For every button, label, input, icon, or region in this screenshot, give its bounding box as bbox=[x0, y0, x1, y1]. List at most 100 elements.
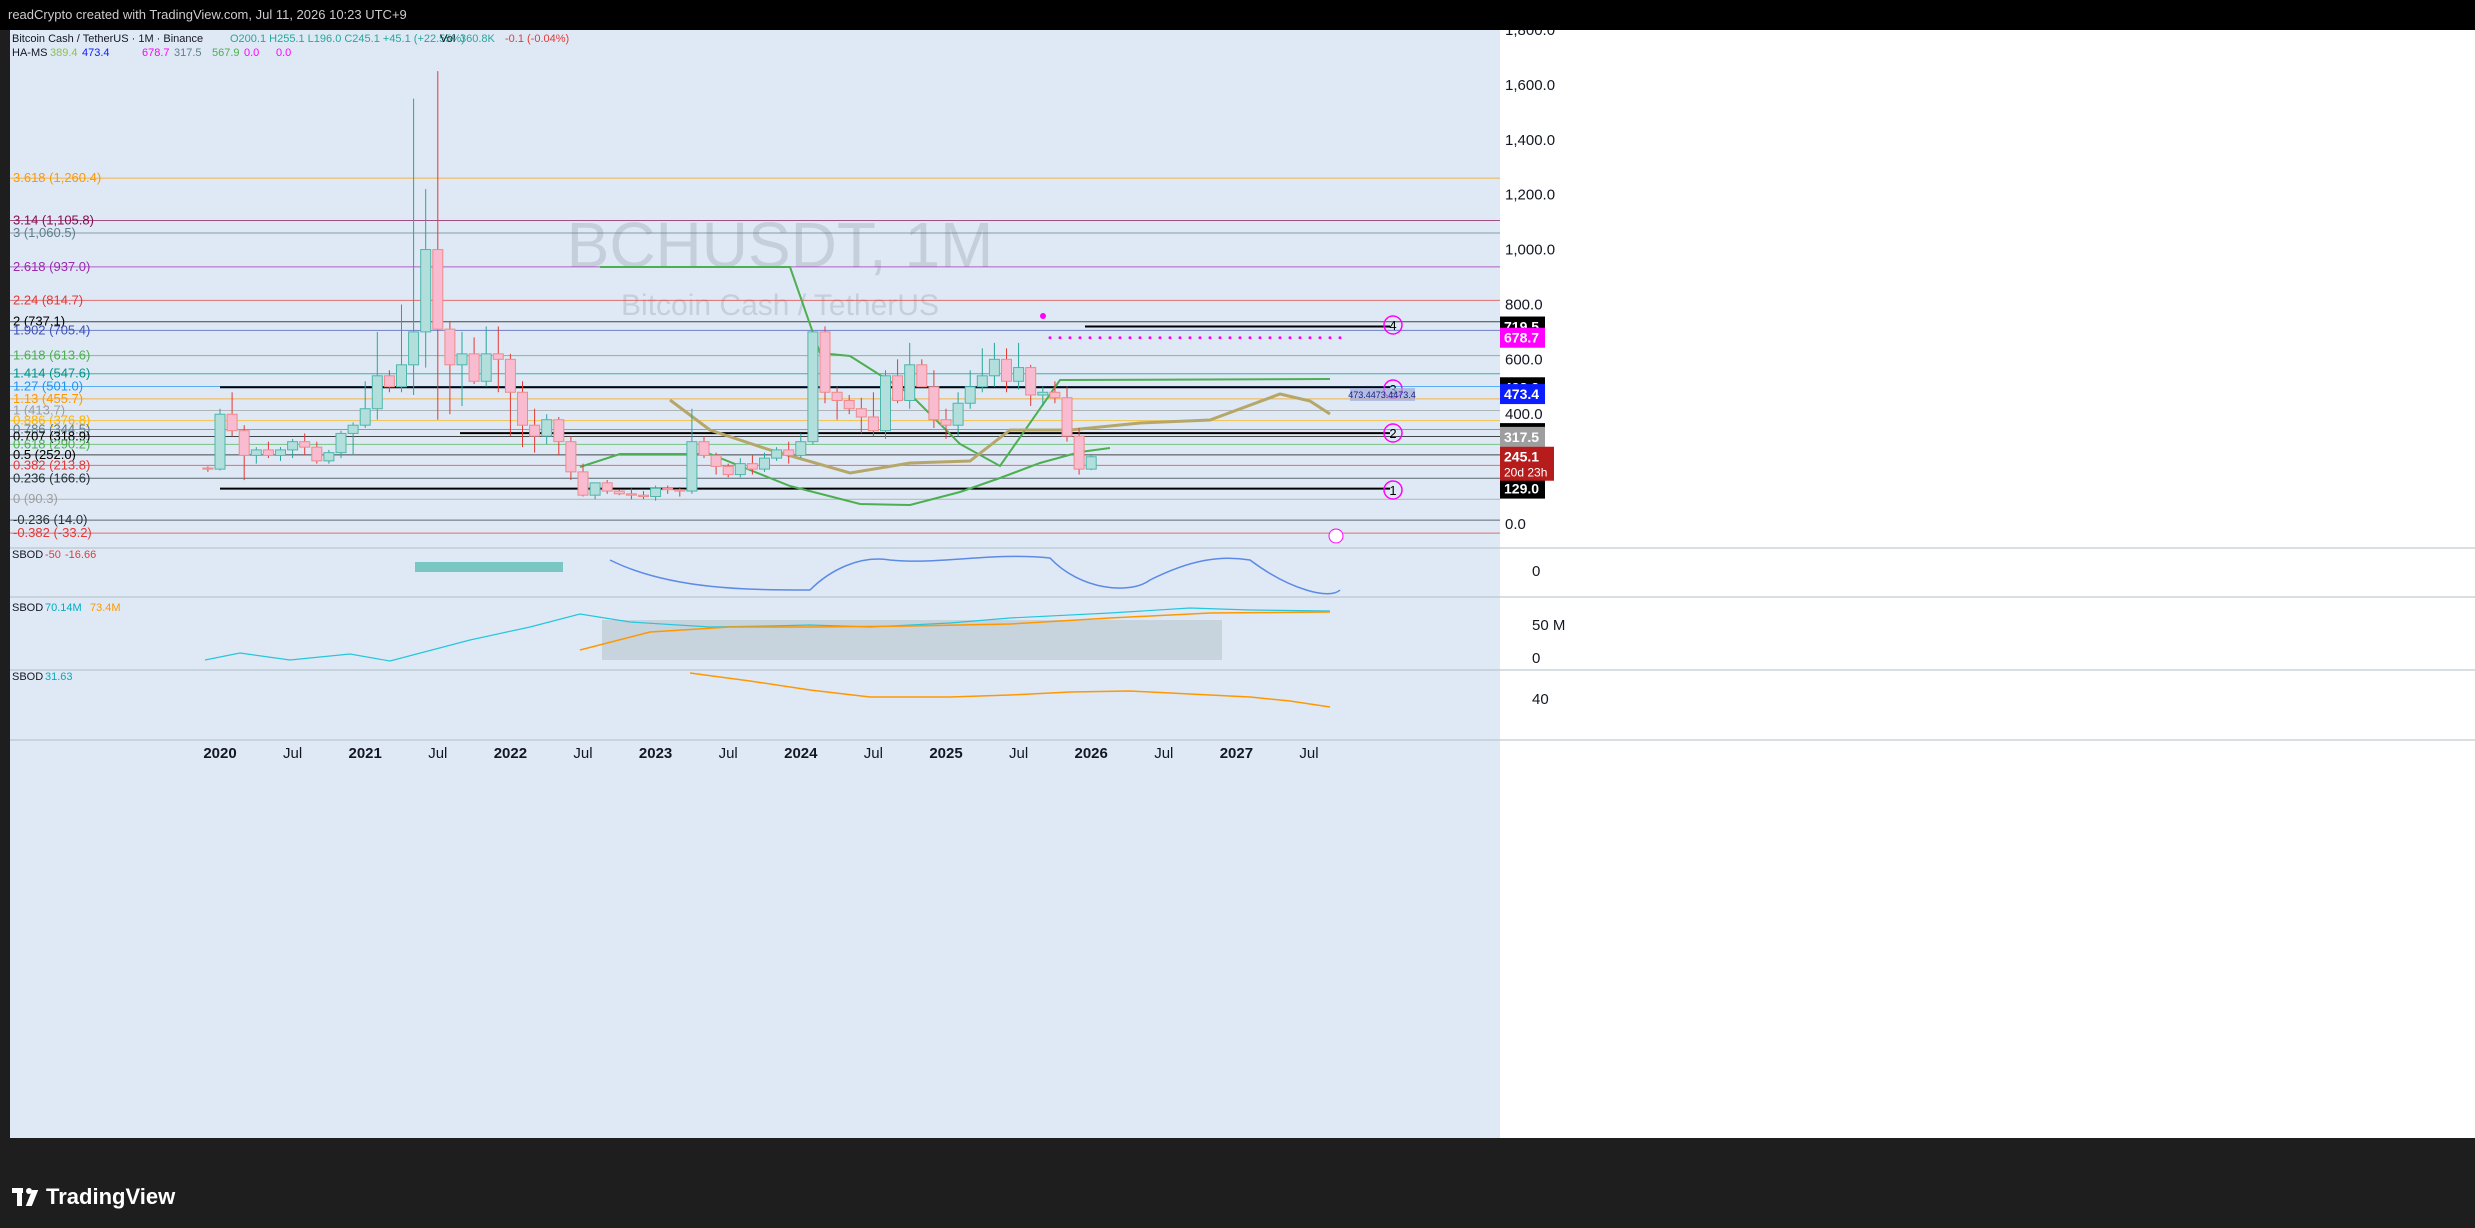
hams-dot bbox=[1218, 336, 1222, 340]
legend-hams-value: 0.0 bbox=[244, 47, 259, 59]
candle-body bbox=[1001, 358, 1012, 382]
watermark-ticker: BCHUSDT, 1M bbox=[567, 209, 994, 281]
price-tick: 1,000.0 bbox=[1505, 242, 1555, 259]
time-tick: 2024 bbox=[784, 745, 818, 762]
chart-area[interactable]: BCHUSDT, 1M Bitcoin Cash / TetherUS 3.618 … bbox=[10, 30, 2475, 1168]
hams-dot bbox=[1188, 336, 1192, 340]
candle-body bbox=[1037, 391, 1049, 396]
watermark-name: Bitcoin Cash / TetherUS bbox=[621, 289, 939, 322]
sbod3-name: SBOD bbox=[12, 671, 43, 683]
wave-label: 1 bbox=[1389, 483, 1396, 498]
last-price-label: 245.1 bbox=[1504, 449, 1539, 465]
candle-body bbox=[650, 487, 662, 498]
candle-body bbox=[323, 452, 335, 462]
hams-dot bbox=[1098, 336, 1102, 340]
time-tick: Jul bbox=[864, 745, 883, 762]
fib-label: 2.618 (937.0) bbox=[13, 259, 90, 274]
candle-body bbox=[226, 413, 238, 432]
candle-body bbox=[214, 413, 226, 470]
legend-ohlc: O200.1 H255.1 L196.0 C245.1 +45.1 (+22.5… bbox=[230, 33, 465, 45]
lightning-icon[interactable] bbox=[1328, 528, 1344, 544]
legend-hams-value: 473.4 bbox=[82, 47, 110, 59]
candle-body bbox=[601, 482, 613, 492]
hams-dot bbox=[1298, 336, 1302, 340]
sbod1-axis-zero: 0 bbox=[1532, 563, 1540, 580]
hams-dot bbox=[1148, 336, 1152, 340]
price-tick: 1,600.0 bbox=[1505, 77, 1555, 94]
candle-body bbox=[1073, 435, 1085, 470]
candle-body bbox=[492, 353, 504, 360]
price-tick: 1,800.0 bbox=[1505, 30, 1555, 39]
time-tick: Jul bbox=[1009, 745, 1028, 762]
hams-dot bbox=[1258, 336, 1262, 340]
candle-body bbox=[589, 482, 601, 496]
price-tick: 600.0 bbox=[1505, 351, 1543, 368]
time-tick: 2023 bbox=[639, 745, 672, 762]
axis-bg bbox=[1500, 30, 2475, 1138]
time-tick: Jul bbox=[428, 745, 447, 762]
hams-dot bbox=[1138, 336, 1142, 340]
hams-dot bbox=[1108, 336, 1112, 340]
candle-body bbox=[1085, 456, 1097, 470]
candle-body bbox=[541, 419, 553, 437]
candle-body bbox=[202, 467, 214, 470]
legend-hams-value: 567.9 bbox=[212, 47, 240, 59]
candle-body bbox=[311, 446, 323, 462]
candle-body bbox=[771, 449, 783, 459]
legend-hams-value: 389.4 bbox=[50, 47, 78, 59]
hams-dot bbox=[1040, 313, 1046, 319]
sbod1-value1: -50 bbox=[45, 549, 61, 561]
candle-body bbox=[625, 493, 637, 496]
fib-label: 3.618 (1,260.4) bbox=[13, 170, 101, 185]
candle-body bbox=[759, 457, 770, 470]
hams-dot bbox=[1088, 336, 1092, 340]
fib-label: 1.902 (705.4) bbox=[13, 322, 90, 337]
candle-body bbox=[420, 249, 432, 333]
candle-body bbox=[880, 375, 891, 432]
price-tick: 1,400.0 bbox=[1505, 132, 1555, 149]
hams-dot bbox=[1048, 336, 1052, 340]
fib-label: 0.236 (166.6) bbox=[13, 470, 90, 485]
candle-body bbox=[1025, 367, 1037, 396]
candle-body bbox=[238, 430, 250, 456]
candle-body bbox=[746, 463, 758, 470]
candle-body bbox=[795, 441, 807, 456]
hams-dot bbox=[1208, 336, 1212, 340]
legend-vol-change: -0.1 (-0.04%) bbox=[505, 33, 569, 45]
time-tick: Jul bbox=[719, 745, 738, 762]
fib-label: 2.24 (814.7) bbox=[13, 292, 83, 307]
tradingview-logo[interactable]: TradingView bbox=[12, 1184, 175, 1210]
fib-label: 3 (1,060.5) bbox=[13, 225, 76, 240]
candle-body bbox=[613, 490, 625, 495]
hams-dot bbox=[1278, 336, 1282, 340]
candle-body bbox=[807, 331, 819, 443]
legend-hams-value: 0.0 bbox=[276, 47, 291, 59]
candle-body bbox=[396, 364, 407, 388]
hams-dot bbox=[1118, 336, 1122, 340]
candle-body bbox=[444, 328, 456, 366]
sbod3-value1: 31.63 bbox=[45, 671, 73, 683]
bottom-bar: TradingView bbox=[0, 1168, 2475, 1228]
candle-body bbox=[1049, 391, 1061, 399]
legend-hams-value: 317.5 bbox=[174, 47, 202, 59]
hams-dot bbox=[1058, 336, 1062, 340]
candle-body bbox=[976, 375, 988, 388]
candle-body bbox=[928, 386, 940, 421]
candle-body bbox=[504, 358, 516, 393]
hams-dot bbox=[1248, 336, 1252, 340]
candle-body bbox=[371, 375, 383, 410]
candle-body bbox=[577, 471, 589, 496]
candle-body bbox=[916, 364, 928, 388]
candle-body bbox=[347, 424, 359, 434]
fib-label: 1.618 (613.6) bbox=[13, 348, 90, 363]
price-tag-label: 129.0 bbox=[1504, 481, 1539, 497]
candle-body bbox=[287, 441, 299, 451]
hams-dot bbox=[1338, 336, 1342, 340]
hams-dot bbox=[1078, 336, 1082, 340]
tradingview-logo-icon bbox=[12, 1188, 39, 1206]
hams-dot bbox=[1228, 336, 1232, 340]
legend-symbol: Bitcoin Cash / TetherUS · 1M · Binance bbox=[12, 33, 203, 45]
candle-body bbox=[517, 391, 528, 426]
candle-body bbox=[275, 449, 286, 456]
price-tag-label: 317.5 bbox=[1504, 429, 1539, 445]
